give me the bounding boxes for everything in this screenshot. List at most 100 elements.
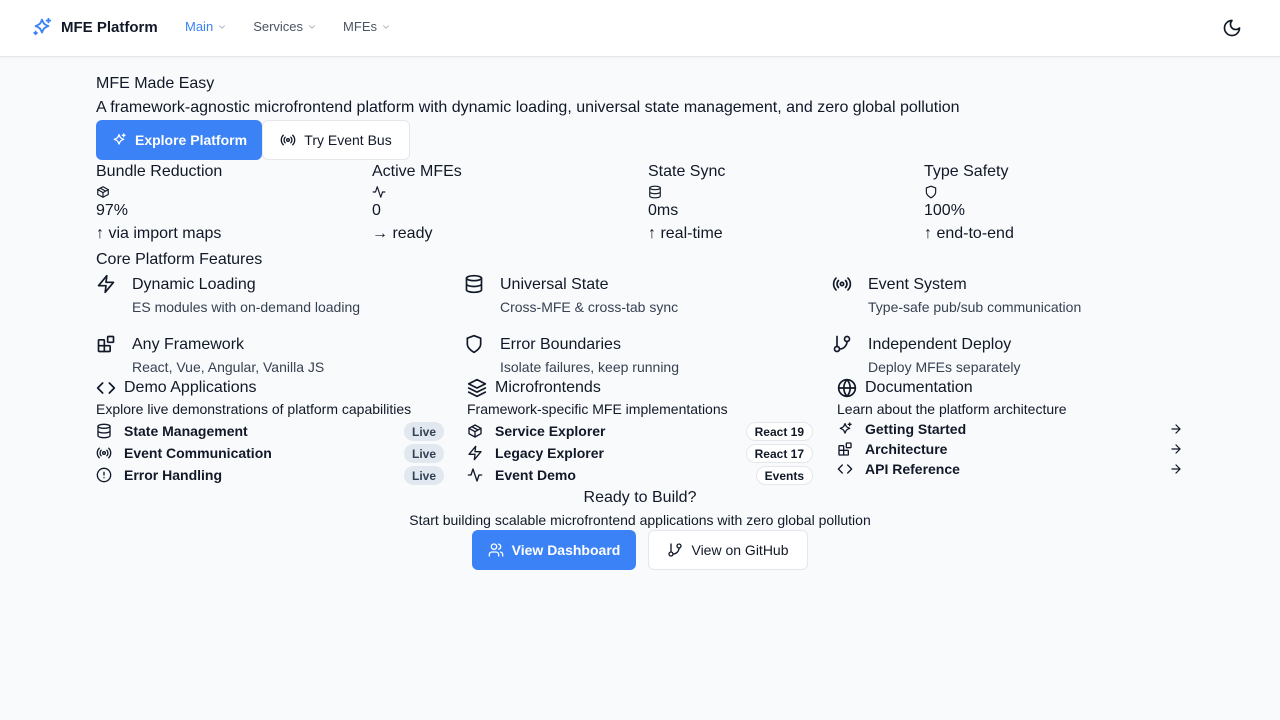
top-navbar: MFE Platform Main Services MFEs <box>0 0 1280 57</box>
explore-platform-button[interactable]: Explore Platform <box>96 120 262 160</box>
brand-name: MFE Platform <box>61 18 158 36</box>
brand[interactable]: MFE Platform <box>31 16 158 38</box>
nav-main[interactable]: Main <box>185 19 227 34</box>
docs-item-api-reference[interactable]: API Reference <box>837 459 1183 479</box>
documentation-card: Documentation Learn about the platform a… <box>837 378 1183 479</box>
stat-value: 97% <box>96 202 129 219</box>
docs-item-label: API Reference <box>865 461 960 477</box>
demo-item-label: Error Handling <box>124 467 223 483</box>
stat-trend: → ready <box>372 225 433 242</box>
docs-title: Documentation <box>865 379 973 396</box>
framework-badge: React 17 <box>745 444 813 463</box>
cta-title: Ready to Build? <box>583 489 697 506</box>
view-dashboard-button[interactable]: View Dashboard <box>472 530 636 570</box>
demo-item-event-communication[interactable]: Event Communication Live <box>96 442 444 464</box>
feature-desc: Deploy MFEs separately <box>868 359 1021 375</box>
feature-title: Event System <box>868 276 967 293</box>
try-event-bus-label: Try Event Bus <box>304 132 392 148</box>
feature-dynamic-loading: Dynamic Loading ES modules with on-deman… <box>96 272 456 322</box>
git-branch-icon <box>668 543 683 557</box>
view-dashboard-label: View Dashboard <box>511 542 621 558</box>
shield-icon <box>466 334 482 354</box>
chevron-down-icon <box>309 24 315 29</box>
database-icon <box>97 423 111 439</box>
feature-desc: Type-safe pub/sub communication <box>868 299 1082 315</box>
nav-services-label: Services <box>253 19 304 34</box>
feature-independent-deploy: Independent Deploy Deploy MFEs separatel… <box>832 332 1192 382</box>
feature-title: Independent Deploy <box>868 336 1012 353</box>
view-on-github-button[interactable]: View on GitHub <box>648 530 808 570</box>
stat-value: 100% <box>924 202 965 219</box>
features-title: Core Platform Features <box>96 251 263 268</box>
moon-icon[interactable] <box>1222 18 1242 38</box>
feature-desc: React, Vue, Angular, Vanilla JS <box>132 359 325 375</box>
sparkles-icon <box>33 17 52 36</box>
docs-item-label: Getting Started <box>865 421 967 437</box>
nav-services[interactable]: Services <box>253 19 317 34</box>
sparkles-icon <box>113 133 126 145</box>
nav-mfes[interactable]: MFEs <box>343 19 391 34</box>
mfe-item-event-demo[interactable]: Event Demo Events <box>467 464 813 486</box>
feature-desc: Isolate failures, keep running <box>500 359 679 375</box>
chevron-down-icon <box>219 24 226 29</box>
status-badge: Live <box>403 444 444 463</box>
feature-any-framework: Any Framework React, Vue, Angular, Vanil… <box>96 332 456 382</box>
users-icon <box>488 543 503 557</box>
microfrontends-desc: Framework-specific MFE implementations <box>467 401 728 417</box>
mfe-item-legacy-explorer[interactable]: Legacy Explorer React 17 <box>467 442 813 464</box>
mfe-item-service-explorer[interactable]: Service Explorer React 19 <box>467 420 813 442</box>
framework-badge: Events <box>755 466 813 485</box>
globe-icon <box>837 378 857 398</box>
stat-trend: ↑ via import maps <box>96 225 222 242</box>
main-nav: Main Services MFEs <box>185 19 417 34</box>
stat-state-sync: State Sync 0ms ↑ real-time <box>648 163 908 243</box>
mfe-item-label: Legacy Explorer <box>495 445 604 461</box>
try-event-bus-button[interactable]: Try Event Bus <box>262 120 410 160</box>
docs-item-getting-started[interactable]: Getting Started <box>837 419 1183 439</box>
database-icon <box>649 185 661 199</box>
sparkles-icon <box>839 422 852 434</box>
stat-trend: ↑ end-to-end <box>924 225 1014 242</box>
docs-item-label: Architecture <box>865 441 948 457</box>
stat-label: Type Safety <box>924 163 1009 180</box>
feature-event-system: Event System Type-safe pub/sub communica… <box>832 272 1192 322</box>
demo-item-state-management[interactable]: State Management Live <box>96 420 444 442</box>
radio-icon <box>281 134 296 146</box>
stat-value: 0ms <box>648 202 679 219</box>
stat-label: Active MFEs <box>372 163 462 180</box>
stat-trend: ↑ real-time <box>648 225 723 242</box>
stat-value: 0 <box>372 202 381 219</box>
activity-icon <box>467 468 483 482</box>
package-icon <box>97 186 109 198</box>
framework-badge: React 19 <box>745 422 813 441</box>
package-icon <box>468 424 482 438</box>
stat-type-safety: Type Safety 100% ↑ end-to-end <box>924 163 1184 243</box>
stat-label: State Sync <box>648 163 726 180</box>
stat-bundle-reduction: Bundle Reduction 97% ↑ via import maps <box>96 163 356 243</box>
layers-icon <box>467 378 487 398</box>
demo-item-error-handling[interactable]: Error Handling Live <box>96 464 444 486</box>
git-branch-icon <box>833 335 851 353</box>
feature-desc: ES modules with on-demand loading <box>132 299 361 315</box>
blocks-icon <box>838 442 852 456</box>
code-icon <box>96 382 116 394</box>
code-icon <box>837 464 853 474</box>
nav-main-label: Main <box>185 19 214 34</box>
demo-item-label: State Management <box>124 423 248 439</box>
chevron-down-icon <box>383 24 389 29</box>
activity-icon <box>372 186 386 198</box>
demo-title: Demo Applications <box>124 379 257 396</box>
microfrontends-card: Microfrontends Framework-specific MFE im… <box>467 378 813 486</box>
demo-desc: Explore live demonstrations of platform … <box>96 401 412 417</box>
demo-applications-card: Demo Applications Explore live demonstra… <box>96 378 444 486</box>
status-badge: Live <box>403 466 444 485</box>
shield-icon <box>925 185 937 199</box>
docs-item-architecture[interactable]: Architecture <box>837 439 1183 459</box>
demo-item-label: Event Communication <box>124 445 272 461</box>
zap-icon <box>97 274 115 294</box>
radio-icon <box>832 277 852 291</box>
hero-subtitle: A framework-agnostic microfrontend platf… <box>96 99 960 116</box>
arrow-right-icon <box>1171 464 1181 474</box>
microfrontends-title: Microfrontends <box>495 379 601 396</box>
alert-circle-icon <box>96 467 112 483</box>
